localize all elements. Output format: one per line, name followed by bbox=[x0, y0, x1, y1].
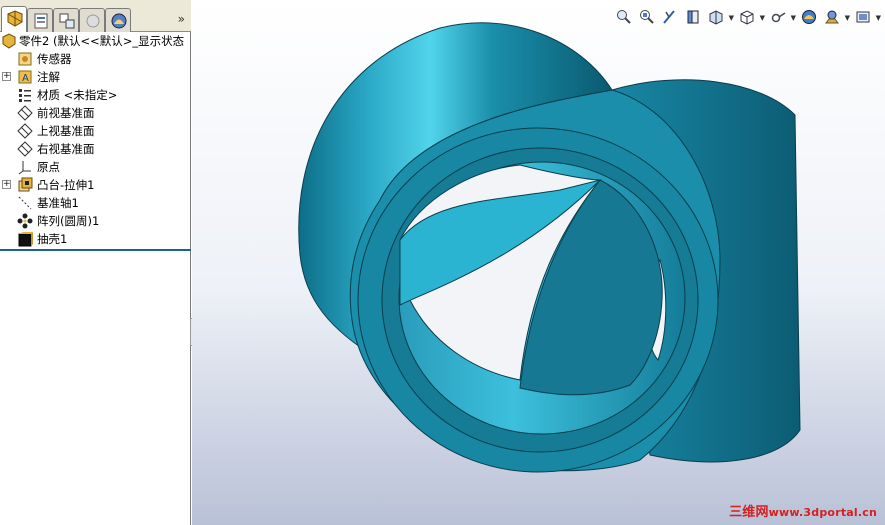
tree-item-annotations[interactable]: + A 注解 bbox=[0, 68, 191, 86]
scene-icon bbox=[825, 10, 839, 24]
zoom-to-fit-icon bbox=[617, 10, 631, 24]
plane-icon bbox=[17, 141, 33, 157]
tree-item-label: 原点 bbox=[37, 160, 60, 174]
tree-item-label: 前视基准面 bbox=[37, 106, 95, 120]
watermark-url: www.3dportal.cn bbox=[768, 506, 877, 519]
panel-divider[interactable] bbox=[0, 249, 191, 251]
view-orientation-icon bbox=[709, 10, 723, 25]
tree-item-front-plane[interactable]: 前视基准面 bbox=[0, 104, 191, 122]
view-settings-button[interactable]: ▼ bbox=[853, 7, 881, 27]
shell-icon bbox=[18, 232, 33, 247]
featuremanager-tab[interactable] bbox=[1, 6, 27, 32]
expand-toggle[interactable]: + bbox=[2, 72, 11, 81]
tree-item-axis[interactable]: 基准轴1 bbox=[0, 194, 191, 212]
tree-item-top-plane[interactable]: 上视基准面 bbox=[0, 122, 191, 140]
previous-view-button[interactable] bbox=[660, 7, 680, 27]
chevron-down-icon: ▼ bbox=[844, 14, 850, 22]
tree-item-label: 阵列(圆周)1 bbox=[37, 214, 100, 228]
chevron-down-icon: ▼ bbox=[759, 14, 765, 22]
plane-icon bbox=[17, 123, 33, 139]
tree-item-sensors[interactable]: 传感器 bbox=[0, 50, 191, 68]
display-manager-tab[interactable] bbox=[105, 8, 131, 32]
zoom-to-fit-button[interactable] bbox=[614, 7, 634, 27]
propertymanager-tab[interactable] bbox=[27, 8, 53, 32]
material-icon bbox=[19, 89, 31, 102]
appearance-icon bbox=[802, 10, 816, 24]
tree-item-origin[interactable]: 原点 bbox=[0, 158, 191, 176]
heads-up-view-toolbar: ▼ ▼ ▼ ▼ ▼ bbox=[614, 7, 881, 29]
svg-text:A: A bbox=[22, 73, 29, 84]
part-model bbox=[298, 22, 801, 473]
feature-tree: 零件2 (默认<<默认>_显示状态 传感器 + A 注解 材质 <未指定> 前视… bbox=[0, 32, 191, 248]
plane-icon bbox=[17, 105, 33, 121]
display-style-icon bbox=[740, 10, 754, 25]
hide-show-icon bbox=[771, 12, 786, 23]
annotation-icon: A bbox=[18, 70, 32, 84]
expand-toggle[interactable]: + bbox=[2, 180, 11, 189]
tree-item-right-plane[interactable]: 右视基准面 bbox=[0, 140, 191, 158]
view-settings-icon bbox=[856, 11, 870, 23]
tree-item-label: 注解 bbox=[37, 70, 60, 84]
section-view-icon bbox=[687, 10, 699, 24]
dimxpert-tab[interactable] bbox=[79, 8, 105, 32]
zoom-to-area-button[interactable] bbox=[637, 7, 657, 27]
tree-item-label: 传感器 bbox=[37, 52, 72, 66]
display-style-button[interactable]: ▼ bbox=[737, 7, 765, 27]
zoom-to-area-icon bbox=[640, 10, 654, 24]
scene-button[interactable]: ▼ bbox=[822, 7, 850, 27]
tree-item-circular-pattern[interactable]: 阵列(圆周)1 bbox=[0, 212, 191, 230]
chevron-down-icon: ▼ bbox=[790, 14, 796, 22]
tree-item-label: 材质 <未指定> bbox=[37, 88, 118, 102]
view-orientation-button[interactable]: ▼ bbox=[706, 7, 734, 27]
axis-icon bbox=[18, 196, 32, 210]
tree-item-label: 右视基准面 bbox=[37, 142, 95, 156]
tree-item-label: 基准轴1 bbox=[37, 196, 79, 210]
appearance-button[interactable] bbox=[799, 7, 819, 27]
tree-root-label: 零件2 (默认<<默认>_显示状态 bbox=[19, 34, 185, 48]
chevron-down-icon: ▼ bbox=[728, 14, 734, 22]
previous-view-icon bbox=[663, 10, 675, 24]
circular-pattern-icon bbox=[17, 213, 33, 229]
chevron-down-icon: ▼ bbox=[875, 14, 881, 22]
sensor-icon bbox=[18, 52, 32, 66]
watermark-cn: 三维网 bbox=[729, 505, 769, 520]
tree-item-label: 上视基准面 bbox=[37, 124, 95, 138]
section-view-button[interactable] bbox=[683, 7, 703, 27]
hide-show-button[interactable]: ▼ bbox=[768, 7, 796, 27]
tree-item-boss-extrude[interactable]: + 凸台-拉伸1 bbox=[0, 176, 191, 194]
tree-item-label: 凸台-拉伸1 bbox=[37, 178, 95, 192]
part-icon bbox=[2, 33, 16, 49]
extrude-icon bbox=[18, 177, 33, 192]
tree-item-material[interactable]: 材质 <未指定> bbox=[0, 86, 191, 104]
configurationmanager-tab[interactable] bbox=[53, 8, 79, 32]
watermark: 三维网www.3dportal.cn bbox=[729, 501, 877, 520]
panel-tab-strip: » bbox=[0, 0, 191, 32]
tree-item-label: 抽壳1 bbox=[37, 232, 68, 246]
feature-manager-panel: » 零件2 (默认<<默认>_显示状态 传感器 + A 注解 材质 <未指定> … bbox=[0, 0, 191, 525]
tree-root[interactable]: 零件2 (默认<<默认>_显示状态 bbox=[0, 32, 191, 50]
tree-item-shell[interactable]: 抽壳1 bbox=[0, 230, 191, 248]
chevron-right-icon[interactable]: » bbox=[178, 12, 185, 26]
graphics-area[interactable]: ▼ ▼ ▼ ▼ ▼ 三维网www.3dportal.cn bbox=[192, 0, 885, 525]
origin-icon bbox=[18, 161, 31, 175]
